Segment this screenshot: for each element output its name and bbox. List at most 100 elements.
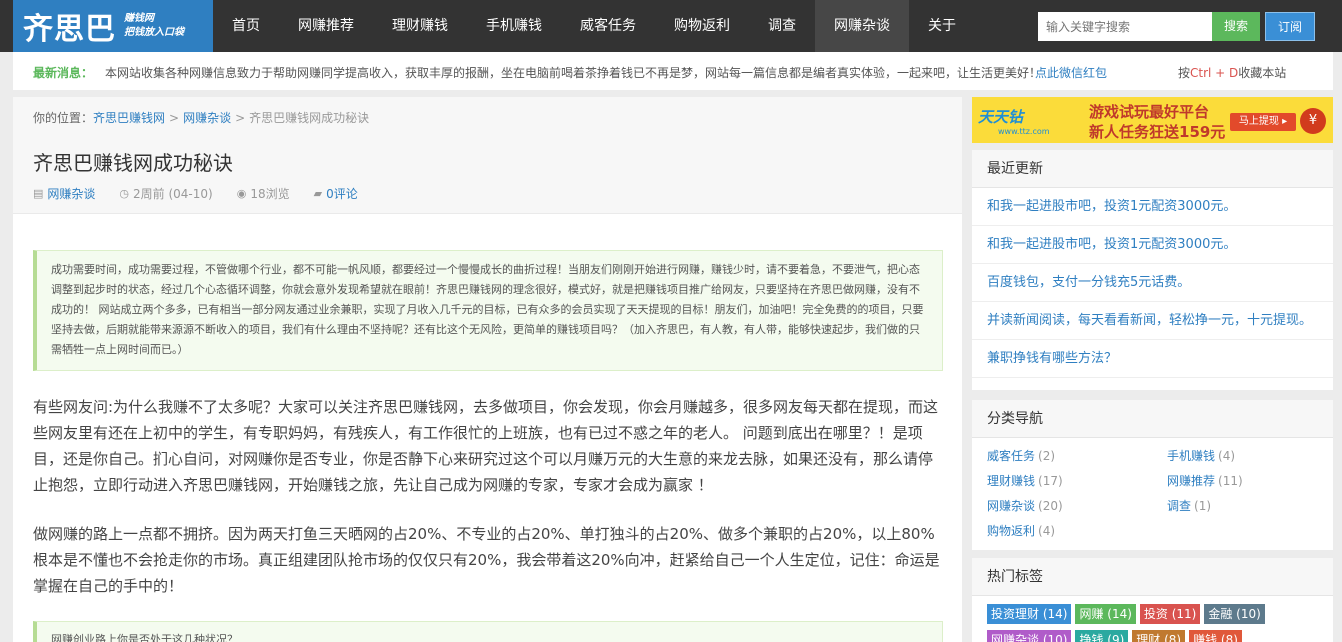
- tag-chip[interactable]: 挣钱 (9): [1075, 630, 1129, 642]
- subscribe-button[interactable]: 订阅: [1265, 12, 1315, 41]
- logo-slogan-line1: 赚钱网: [124, 13, 154, 24]
- nav-witkey[interactable]: 威客任务: [561, 0, 655, 52]
- ad-logo: 天天钻: [978, 108, 1024, 126]
- recent-link[interactable]: 并读新闻阅读，每天看看新闻，轻松挣一元，十元提现。: [987, 313, 1312, 328]
- category-item: 理财赚钱 (17): [987, 469, 1167, 494]
- bookmark-suffix: 收藏本站: [1238, 66, 1287, 80]
- wechat-redpacket-link[interactable]: 点此微信红包: [1035, 64, 1107, 81]
- tag-chip[interactable]: 金融 (10): [1204, 604, 1265, 624]
- category-item: 购物返利 (4): [987, 519, 1167, 544]
- tag-chip[interactable]: 网赚杂谈 (10): [987, 630, 1072, 642]
- article-paragraph-2: 做网赚的路上一点都不拥挤。因为两天打鱼三天晒网的占20%、不专业的占20%、单打…: [33, 525, 940, 595]
- list-item: 和我一起进股市吧，投资1元配资3000元。: [972, 226, 1333, 264]
- list-item: 兼职挣钱有哪些方法？: [972, 340, 1333, 378]
- logo-slogan: 赚钱网 把钱放入口袋: [124, 12, 184, 40]
- article-summary: 成功需要时间，成功需要过程，不管做哪个行业，都不可能一帆风顺，都要经过一个慢慢成…: [33, 250, 943, 371]
- category-link[interactable]: 威客任务: [987, 449, 1035, 463]
- category-nav-widget: 分类导航 威客任务 (2) 手机赚钱 (4) 理财赚钱 (17) 网赚推荐 (11) 网…: [972, 400, 1333, 550]
- tag-chip[interactable]: 投资理财 (14): [987, 604, 1072, 624]
- search-button[interactable]: 搜索: [1212, 12, 1260, 41]
- tag-chip[interactable]: 赚钱 (8): [1189, 630, 1242, 642]
- nav-finance[interactable]: 理财赚钱: [373, 0, 467, 52]
- article-header: 你的位置：齐思巴赚钱网 > 网赚杂谈 > 齐思巴赚钱网成功秘诀 齐思巴赚钱网成功秘诀 ▤…: [13, 97, 962, 214]
- notice-label: 最新消息：: [33, 66, 94, 80]
- breadcrumb-separator: >: [235, 111, 246, 125]
- recent-link[interactable]: 和我一起进股市吧，投资1元配资3000元。: [987, 199, 1236, 214]
- comment-icon: ▰: [313, 187, 323, 200]
- article-panel: 你的位置：齐思巴赚钱网 > 网赚杂谈 > 齐思巴赚钱网成功秘诀 齐思巴赚钱网成功秘诀 ▤…: [13, 97, 962, 642]
- logo-text: 齐思巴: [23, 12, 116, 47]
- nav-rebate[interactable]: 购物返利: [655, 0, 749, 52]
- breadcrumb-home[interactable]: 齐思巴赚钱网: [93, 111, 165, 125]
- nav-talk[interactable]: 网赚杂谈: [815, 0, 909, 52]
- widget-title: 最近更新: [972, 150, 1333, 188]
- category-count: (2): [1038, 449, 1056, 463]
- meta-comments: ▰ 0评论: [314, 185, 358, 202]
- article-paragraph-1: 有些网友问:为什么我赚不了太多呢？大家可以关注齐思巴赚钱网，去多做项目，你会发现…: [33, 398, 939, 494]
- category-list: 威客任务 (2) 手机赚钱 (4) 理财赚钱 (17) 网赚推荐 (11) 网赚杂谈 (2…: [972, 438, 1333, 550]
- breadcrumb: 你的位置：齐思巴赚钱网 > 网赚杂谈 > 齐思巴赚钱网成功秘诀: [33, 109, 369, 126]
- category-count: (20): [1038, 499, 1063, 513]
- category-link[interactable]: 手机赚钱: [1167, 449, 1215, 463]
- sidebar-ad-banner[interactable]: 天天钻 www.ttz.com 游戏试玩最好平台 新人任务狂送159元 马上提现…: [972, 97, 1333, 143]
- category-link[interactable]: 网赚推荐: [1167, 474, 1215, 488]
- category-item: 手机赚钱 (4): [1167, 444, 1327, 469]
- nav-about[interactable]: 关于: [909, 0, 975, 52]
- widget-title: 分类导航: [972, 400, 1333, 438]
- clock-icon: ◷: [119, 187, 130, 200]
- tag-cloud: 投资理财 (14) 网赚 (14) 投资 (11) 金融 (10) 网赚杂谈 (10) 挣…: [972, 596, 1333, 642]
- breadcrumb-current: 齐思巴赚钱网成功秘诀: [249, 111, 370, 125]
- category-count: (4): [1038, 524, 1056, 538]
- nav-home[interactable]: 首页: [213, 0, 279, 52]
- article-quote-box: 网赚创业路上你是否处于这几种状况？: [33, 621, 943, 642]
- list-item: 百度钱包，支付一分钱充5元话费。: [972, 264, 1333, 302]
- category-link[interactable]: 网赚杂谈: [987, 499, 1035, 513]
- breadcrumb-separator: >: [169, 111, 180, 125]
- list-item: 和我一起进股市吧，投资1元配资3000元。: [972, 188, 1333, 226]
- nav-survey[interactable]: 调查: [749, 0, 815, 52]
- logo-slogan-line2: 把钱放入口袋: [124, 27, 184, 38]
- recent-link[interactable]: 兼职挣钱有哪些方法？: [987, 351, 1117, 366]
- category-count: (1): [1194, 499, 1212, 513]
- search-input[interactable]: [1038, 12, 1212, 41]
- top-nav-bar: 齐思巴 赚钱网 把钱放入口袋 首页 网赚推荐 理财赚钱 手机赚钱 威客任务 购物…: [0, 0, 1342, 52]
- notice-text: 本网站收集各种网赚信息致力于帮助网赚同学提高收入，获取丰厚的报酬，坐在电脑前喝着…: [105, 66, 1042, 80]
- recent-link[interactable]: 和我一起进股市吧，投资1元配资3000元。: [987, 237, 1236, 252]
- meta-views: ◉ 18浏览: [237, 185, 290, 202]
- recent-updates-widget: 最近更新 和我一起进股市吧，投资1元配资3000元。 和我一起进股市吧，投资1元…: [972, 150, 1333, 390]
- category-link[interactable]: 购物返利: [987, 524, 1035, 538]
- eye-icon: ◉: [236, 187, 247, 200]
- recent-link[interactable]: 百度钱包，支付一分钱充5元话费。: [987, 275, 1190, 290]
- nav-recommend[interactable]: 网赚推荐: [279, 0, 373, 52]
- main-nav: 首页 网赚推荐 理财赚钱 手机赚钱 威客任务 购物返利 调查 网赚杂谈 关于: [213, 0, 975, 52]
- ad-subheadline: 新人任务狂送159元: [1089, 123, 1226, 141]
- list-icon: ▤: [33, 187, 44, 200]
- category-item: 网赚推荐 (11): [1167, 469, 1327, 494]
- meta-category: ▤ 网赚杂谈: [33, 185, 95, 202]
- breadcrumb-category[interactable]: 网赚杂谈: [183, 111, 231, 125]
- coin-icon: ¥: [1300, 108, 1326, 134]
- category-item: 调查 (1): [1167, 494, 1327, 519]
- ad-logo-sub: www.ttz.com: [998, 127, 1050, 136]
- list-item: 并读新闻阅读，每天看看新闻，轻松挣一元，十元提现。: [972, 302, 1333, 340]
- meta-category-link[interactable]: 网赚杂谈: [47, 185, 95, 202]
- category-item: 威客任务 (2): [987, 444, 1167, 469]
- meta-views-text: 18浏览: [250, 187, 290, 201]
- tag-chip[interactable]: 投资 (11): [1139, 604, 1201, 624]
- meta-time-text: 2周前 (04-10): [133, 187, 213, 201]
- ad-headline: 游戏试玩最好平台: [1089, 103, 1210, 121]
- nav-mobile[interactable]: 手机赚钱: [467, 0, 561, 52]
- site-logo[interactable]: 齐思巴 赚钱网 把钱放入口袋: [13, 0, 213, 52]
- tag-chip[interactable]: 网赚 (14): [1075, 604, 1136, 624]
- notice-bar: 最新消息： 本网站收集各种网赚信息致力于帮助网赚同学提高收入，获取丰厚的报酬，坐…: [13, 52, 1333, 90]
- category-count: (11): [1218, 474, 1243, 488]
- category-link[interactable]: 调查: [1167, 499, 1191, 513]
- ad-cash-button[interactable]: 马上提现 ▸: [1230, 113, 1296, 131]
- article-title: 齐思巴赚钱网成功秘诀: [33, 151, 233, 175]
- category-link[interactable]: 理财赚钱: [987, 474, 1035, 488]
- tag-chip[interactable]: 理财 (8): [1132, 630, 1186, 642]
- article-meta: ▤ 网赚杂谈 ◷ 2周前 (04-10) ◉ 18浏览 ▰ 0评论: [33, 185, 382, 202]
- hot-tags-widget: 热门标签 投资理财 (14) 网赚 (14) 投资 (11) 金融 (10) 网赚杂谈 …: [972, 558, 1333, 642]
- meta-comments-link[interactable]: 0评论: [326, 185, 358, 202]
- meta-time: ◷ 2周前 (04-10): [119, 185, 212, 202]
